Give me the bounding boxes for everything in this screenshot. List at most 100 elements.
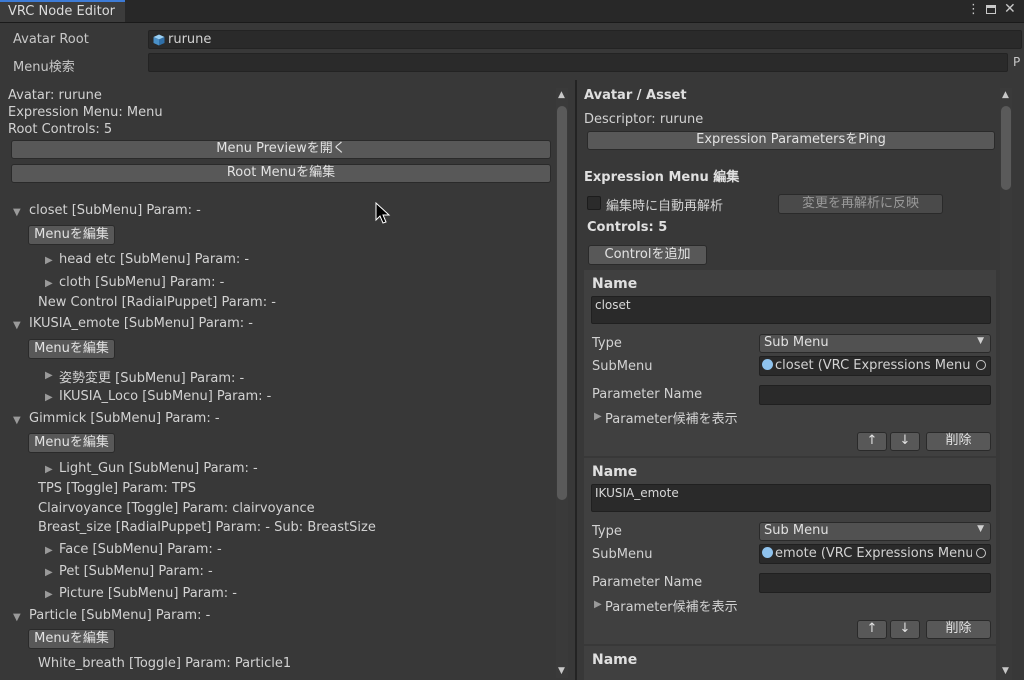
move-down-button[interactable]: ↓ bbox=[890, 620, 920, 639]
collapsed-triangle-icon[interactable]: ▶ bbox=[45, 392, 53, 403]
control-card: Name closet Type Sub Menu ▼ SubMenu clos… bbox=[584, 270, 996, 456]
submenu-value: emote (VRC Expressions Menu bbox=[775, 546, 974, 561]
apply-reparse-button[interactable]: 変更を再解析に反映 bbox=[778, 194, 943, 214]
object-picker-icon[interactable] bbox=[976, 548, 986, 558]
tree-item-clairvoyance[interactable]: Clairvoyance [Toggle] Param: clairvoyanc… bbox=[38, 501, 315, 516]
kebab-icon[interactable]: ⋮ bbox=[967, 2, 980, 17]
submenu-object-field[interactable]: closet (VRC Expressions Menu bbox=[759, 356, 991, 376]
tree-item-picture[interactable]: Picture [SubMenu] Param: - bbox=[59, 586, 237, 601]
collapsed-triangle-icon[interactable]: ▶ bbox=[45, 370, 53, 381]
expand-triangle-icon[interactable]: ▼ bbox=[13, 415, 21, 426]
delete-button[interactable]: 削除 bbox=[926, 620, 991, 639]
scroll-up-icon[interactable]: ▲ bbox=[558, 90, 565, 100]
collapsed-triangle-icon[interactable]: ▶ bbox=[594, 599, 602, 610]
parameter-name-input[interactable] bbox=[759, 573, 991, 593]
menu-edit-button[interactable]: Menuを編集 bbox=[28, 433, 115, 453]
menu-edit-button[interactable]: Menuを編集 bbox=[28, 339, 115, 359]
avatar-root-field[interactable]: rurune bbox=[148, 30, 1022, 49]
tree-item-breast-size[interactable]: Breast_size [RadialPuppet] Param: - Sub:… bbox=[38, 520, 376, 535]
expand-triangle-icon[interactable]: ▼ bbox=[13, 207, 21, 218]
collapsed-triangle-icon[interactable]: ▶ bbox=[45, 278, 53, 289]
scroll-down-icon[interactable]: ▼ bbox=[1002, 666, 1009, 676]
object-picker-icon[interactable] bbox=[976, 360, 986, 370]
collapsed-triangle-icon[interactable]: ▶ bbox=[45, 545, 53, 556]
menu-asset-icon bbox=[762, 359, 773, 370]
submenu-object-field[interactable]: emote (VRC Expressions Menu bbox=[759, 544, 991, 564]
collapsed-triangle-icon[interactable]: ▶ bbox=[45, 589, 53, 600]
tree-item-pet[interactable]: Pet [SubMenu] Param: - bbox=[59, 564, 213, 579]
parameter-name-input[interactable] bbox=[759, 385, 991, 405]
show-candidates-toggle[interactable]: Parameter候補を表示 bbox=[605, 408, 738, 427]
controls-line: Controls: 5 bbox=[587, 220, 668, 235]
scroll-up-icon[interactable]: ▲ bbox=[1002, 90, 1009, 100]
tree-item-gimmick[interactable]: Gimmick [SubMenu] Param: - bbox=[29, 411, 220, 426]
move-up-button[interactable]: ↑ bbox=[857, 620, 887, 639]
tree-item-cloth[interactable]: cloth [SubMenu] Param: - bbox=[59, 275, 224, 290]
close-icon[interactable]: ✕ bbox=[1004, 1, 1016, 17]
window-title: VRC Node Editor bbox=[8, 4, 116, 19]
left-scrollbar[interactable]: ▲ ▼ bbox=[556, 88, 568, 678]
auto-reparse-label: 編集時に自動再解析 bbox=[606, 199, 724, 214]
avatar-line: Avatar: rurune bbox=[8, 88, 102, 103]
tree-item-face[interactable]: Face [SubMenu] Param: - bbox=[59, 542, 222, 557]
show-candidates-toggle[interactable]: Parameter候補を表示 bbox=[605, 596, 738, 615]
type-dropdown[interactable]: Sub Menu ▼ bbox=[759, 334, 991, 353]
menu-edit-button[interactable]: Menuを編集 bbox=[28, 629, 115, 649]
name-label: Name bbox=[592, 464, 638, 480]
type-label: Type bbox=[592, 524, 622, 539]
tree-item-shisei[interactable]: 姿勢変更 [SubMenu] Param: - bbox=[59, 367, 244, 386]
collapsed-triangle-icon[interactable]: ▶ bbox=[45, 567, 53, 578]
edge-char: P bbox=[1013, 55, 1021, 69]
scroll-thumb[interactable] bbox=[1001, 106, 1011, 190]
inspector-pane: Avatar / Asset Descriptor: rurune Expres… bbox=[577, 80, 1024, 680]
root-menu-edit-button[interactable]: Root Menuを編集 bbox=[11, 164, 551, 183]
maximize-icon[interactable] bbox=[986, 5, 996, 14]
avatar-root-label: Avatar Root bbox=[13, 32, 89, 47]
submenu-value: closet (VRC Expressions Menu bbox=[775, 358, 971, 373]
tree-item-new-control[interactable]: New Control [RadialPuppet] Param: - bbox=[38, 295, 276, 310]
collapsed-triangle-icon[interactable]: ▶ bbox=[45, 464, 53, 475]
section-title: Avatar / Asset bbox=[584, 88, 687, 103]
name-label: Name bbox=[592, 276, 638, 292]
tree-item-head-etc[interactable]: head etc [SubMenu] Param: - bbox=[59, 252, 249, 267]
control-name-input[interactable]: closet bbox=[591, 296, 991, 324]
control-name-input[interactable]: IKUSIA_emote bbox=[591, 484, 991, 512]
auto-reparse-checkbox[interactable] bbox=[587, 196, 601, 210]
parameter-name-label: Parameter Name bbox=[592, 387, 703, 402]
tree-item-ikusia-loco[interactable]: IKUSIA_Loco [SubMenu] Param: - bbox=[59, 389, 271, 404]
tree-item-white-breath[interactable]: White_breath [Toggle] Param: Particle1 bbox=[38, 656, 291, 671]
delete-button[interactable]: 削除 bbox=[926, 432, 991, 451]
control-name-value: closet bbox=[595, 298, 631, 312]
expand-triangle-icon[interactable]: ▼ bbox=[13, 612, 21, 623]
tree-item-light-gun[interactable]: Light_Gun [SubMenu] Param: - bbox=[59, 461, 258, 476]
add-control-button[interactable]: Controlを追加 bbox=[588, 245, 707, 265]
type-dropdown[interactable]: Sub Menu ▼ bbox=[759, 522, 991, 541]
collapsed-triangle-icon[interactable]: ▶ bbox=[45, 255, 53, 266]
menu-preview-button[interactable]: Menu Previewを開く bbox=[11, 140, 551, 159]
right-scrollbar[interactable]: ▲ ▼ bbox=[1000, 88, 1012, 680]
control-card: Name bbox=[584, 646, 996, 680]
dropdown-caret-icon: ▼ bbox=[977, 336, 984, 346]
menu-search-input[interactable] bbox=[148, 53, 1008, 72]
tree-item-closet[interactable]: closet [SubMenu] Param: - bbox=[29, 203, 201, 218]
tree-item-ikusia-emote[interactable]: IKUSIA_emote [SubMenu] Param: - bbox=[29, 316, 253, 331]
name-label: Name bbox=[592, 652, 638, 668]
tree-item-tps[interactable]: TPS [Toggle] Param: TPS bbox=[38, 481, 196, 496]
root-controls-line: Root Controls: 5 bbox=[8, 122, 113, 137]
expression-menu-line: Expression Menu: Menu bbox=[8, 105, 163, 120]
avatar-root-value: rurune bbox=[168, 32, 212, 47]
expand-triangle-icon[interactable]: ▼ bbox=[13, 320, 21, 331]
submenu-label: SubMenu bbox=[592, 359, 653, 374]
collapsed-triangle-icon[interactable]: ▶ bbox=[594, 411, 602, 422]
menu-asset-icon bbox=[762, 547, 773, 558]
scroll-down-icon[interactable]: ▼ bbox=[558, 666, 565, 676]
ping-parameters-button[interactable]: Expression ParametersをPing bbox=[587, 131, 995, 150]
menu-tree-pane: Avatar: rurune Expression Menu: Menu Roo… bbox=[0, 80, 575, 680]
cube-icon bbox=[153, 34, 165, 46]
window-tab[interactable]: VRC Node Editor bbox=[0, 0, 125, 22]
move-up-button[interactable]: ↑ bbox=[857, 432, 887, 451]
tree-item-particle[interactable]: Particle [SubMenu] Param: - bbox=[29, 608, 210, 623]
scroll-thumb[interactable] bbox=[557, 106, 567, 500]
move-down-button[interactable]: ↓ bbox=[890, 432, 920, 451]
menu-edit-button[interactable]: Menuを編集 bbox=[28, 225, 115, 245]
